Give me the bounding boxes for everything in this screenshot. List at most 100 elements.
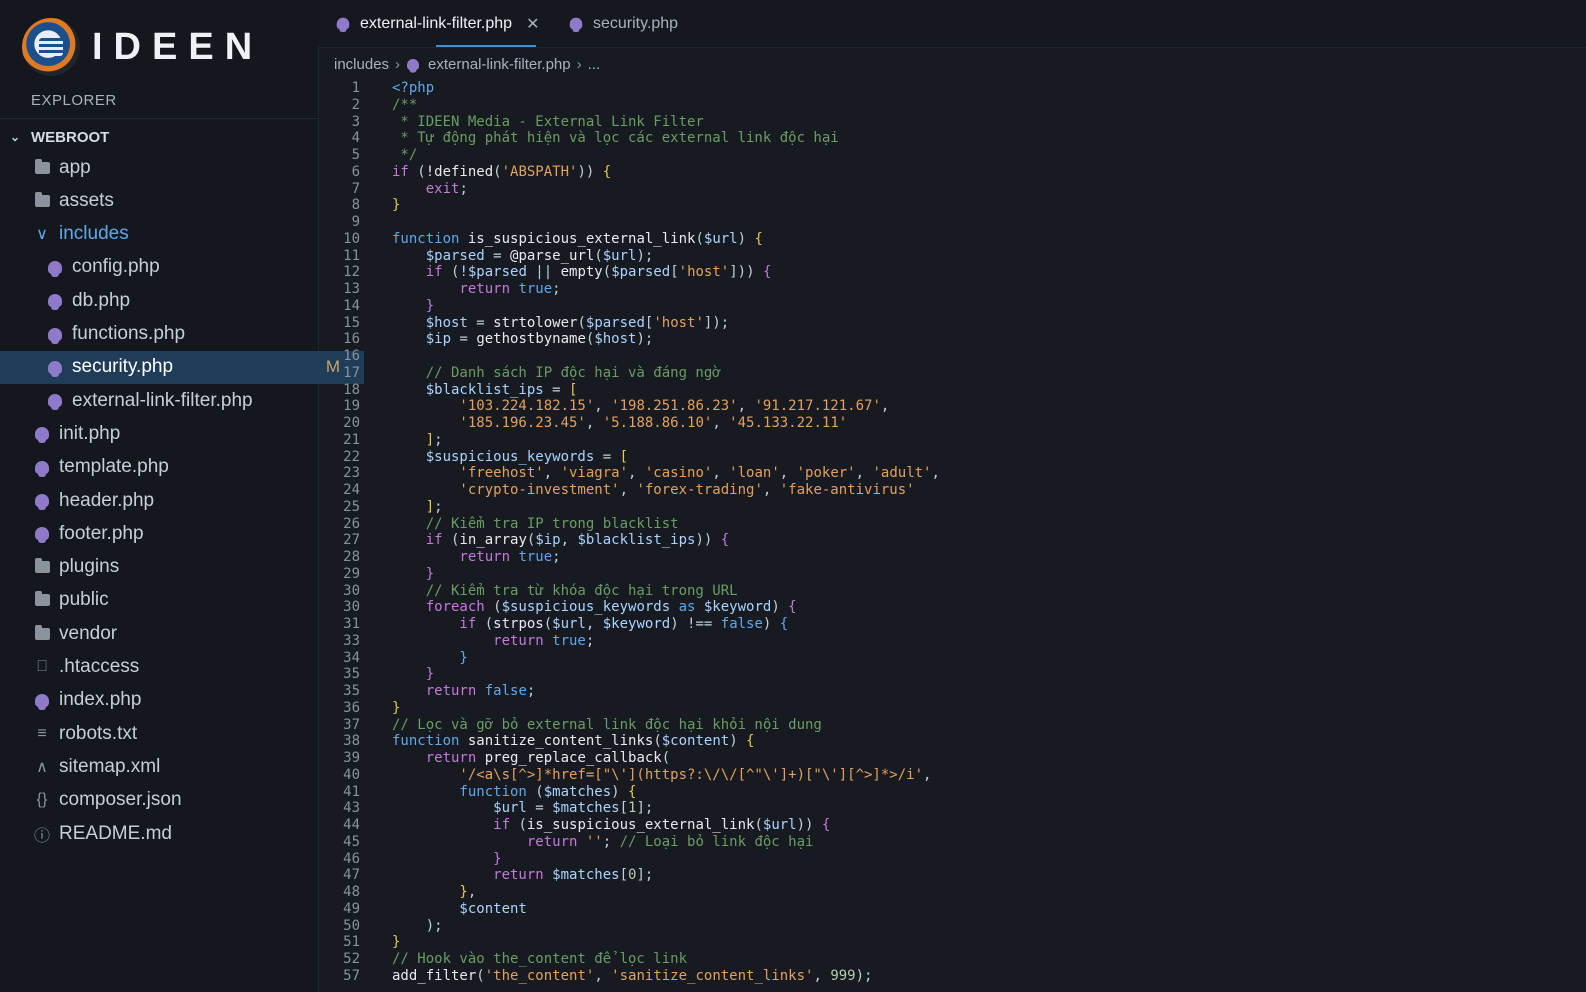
code-editor[interactable]: 1 <?php 2/** 3 * IDEEN Media - External Lin… [318, 80, 1586, 992]
sidebar-item[interactable]: app [0, 151, 351, 184]
code-token: $host [594, 331, 637, 348]
code-line[interactable]: 2 /** [318, 97, 1586, 114]
code-line[interactable]: 15 $host = strtolower($parsed['host']); [318, 315, 1586, 332]
code-line[interactable]: 31 if (strpos($url, $keyword) !== false)… [318, 616, 1586, 633]
code-token: return [392, 549, 511, 565]
code-line[interactable]: 28 return true; [318, 549, 1586, 566]
sidebar-item[interactable]: config.php [0, 251, 364, 284]
sidebar-item[interactable]: header.php [0, 484, 351, 517]
code-token: '45.133.22.11' [729, 415, 848, 431]
code-line[interactable]: 11 $parsed = @parse_url($url); [318, 248, 1586, 265]
code-line[interactable]: 30 foreach ($suspicious_keywords as $key… [318, 599, 1586, 616]
code-text: } [392, 650, 467, 667]
tab-security[interactable]: security.php [569, 0, 678, 47]
code-line[interactable]: 6 if (!defined('ABSPATH')) { [318, 164, 1586, 181]
code-line[interactable]: 30 // Kiểm tra từ khóa độc hại trong URL [318, 583, 1586, 600]
code-line[interactable]: 16 [318, 348, 1586, 365]
code-line[interactable]: 29 } [318, 566, 1586, 583]
code-line[interactable]: 1 <?php [318, 80, 1586, 97]
code-line[interactable]: 16 $ip = gethostbyname($host); [318, 331, 1586, 348]
code-line[interactable]: 35 } [318, 666, 1586, 683]
code-line[interactable]: 12 if (!$parsed || empty($parsed['host']… [318, 264, 1586, 281]
code-line[interactable]: 19 '103.224.182.15', '198.251.86.23', '9… [318, 398, 1586, 415]
sidebar-item[interactable]: footer.php [0, 517, 351, 550]
line-number: 2 [351, 96, 360, 113]
code-line[interactable]: 25 ]; [318, 499, 1586, 516]
code-line[interactable]: 34 } [318, 650, 1586, 667]
code-token: * IDEEN Media - External Link Filter [392, 113, 704, 130]
code-token: $url [762, 817, 797, 833]
code-token: ]; [636, 800, 654, 817]
code-line[interactable]: 35 return false; [318, 683, 1586, 700]
code-line[interactable]: 4 * Tự động phát hiện và lọc các externa… [318, 130, 1586, 147]
code-line[interactable]: 47 return $matches[0]; [318, 867, 1586, 884]
breadcrumb-folder[interactable]: includes [334, 56, 389, 73]
tab-external-link-filter[interactable]: external-link-filter.php ✕ [336, 0, 539, 47]
code-line[interactable]: 38 function sanitize_content_links($conte… [318, 733, 1586, 750]
code-line[interactable]: 52 // Hook vào the_content để lọc link [318, 951, 1586, 968]
breadcrumb-more[interactable]: ... [588, 56, 601, 73]
code-text: } [392, 851, 501, 868]
code-line[interactable]: 50 ); [318, 918, 1586, 935]
code-line[interactable]: 26 // Kiểm tra IP trong blacklist [318, 516, 1586, 533]
sidebar-item[interactable]: index.php [0, 684, 351, 717]
code-line[interactable]: 14 } [318, 298, 1586, 315]
code-token: , [712, 415, 730, 431]
sidebar-item[interactable]: assets [0, 184, 351, 217]
close-icon[interactable]: ✕ [526, 14, 539, 34]
sidebar-item[interactable]: ⓘ README.md [0, 817, 351, 850]
code-token: , [923, 766, 932, 783]
code-line[interactable]: 13 return true; [318, 281, 1586, 298]
workspace-root[interactable]: ⌄ WEBROOT [0, 124, 318, 150]
sidebar-item[interactable]: vendor [0, 617, 351, 650]
code-line[interactable]: 40 '/<a\s[^>]*href=["\'](https?:\/\/[^"\… [318, 767, 1586, 784]
code-line[interactable]: 45 return ''; // Loại bỏ link độc hại [318, 834, 1586, 851]
sidebar-item[interactable]: template.php [0, 451, 351, 484]
code-line[interactable]: 20 '185.196.23.45', '5.188.86.10', '45.1… [318, 415, 1586, 432]
code-line[interactable]: 49 $content [318, 901, 1586, 918]
sidebar-divider [0, 118, 318, 119]
code-line[interactable]: 48 }, [318, 884, 1586, 901]
breadcrumb-file[interactable]: external-link-filter.php [428, 56, 571, 73]
code-line[interactable]: 36} [318, 700, 1586, 717]
sidebar-item[interactable]: functions.php [0, 318, 364, 351]
sidebar-item[interactable]: ⎕ .htaccess [0, 651, 351, 684]
code-line[interactable]: 57 add_filter('the_content', 'sanitize_co… [318, 968, 1586, 985]
code-token: '185.196.23.45' [392, 415, 586, 431]
sidebar-item[interactable]: ≡ robots.txt [0, 717, 351, 750]
code-line[interactable]: 43 $url = $matches[1]; [318, 800, 1586, 817]
code-line[interactable]: 18 $blacklist_ips = [ [318, 382, 1586, 399]
sidebar-item[interactable]: ∨ includes [0, 218, 351, 251]
code-line[interactable]: 21 ]; [318, 432, 1586, 449]
sidebar-item[interactable]: security.php M [0, 350, 364, 384]
code-line[interactable]: 24 'crypto-investment', 'forex-trading',… [318, 482, 1586, 499]
code-line[interactable]: 41 function ($matches) { [318, 784, 1586, 801]
code-line[interactable]: 5 */ [318, 147, 1586, 164]
code-line[interactable]: 44 if (is_suspicious_external_link($url)… [318, 817, 1586, 834]
code-line[interactable]: 9 [318, 214, 1586, 231]
php-icon [33, 691, 51, 710]
code-line[interactable]: 17 // Danh sách IP độc hại và đáng ngờ [318, 365, 1586, 382]
code-token: if [392, 264, 443, 281]
code-line[interactable]: 22 $suspicious_keywords = [ [318, 449, 1586, 466]
code-line[interactable]: 37 // Lọc và gỡ bỏ external link độc hại … [318, 717, 1586, 734]
code-line[interactable]: 33 return true; [318, 633, 1586, 650]
code-text: } [392, 197, 400, 214]
code-line[interactable]: 10 function is_suspicious_external_link($… [318, 231, 1586, 248]
code-line[interactable]: 7 exit; [318, 181, 1586, 198]
code-line[interactable]: 23 'freehost', 'viagra', 'casino', 'loan… [318, 465, 1586, 482]
code-line[interactable]: 51} [318, 934, 1586, 951]
sidebar-item[interactable]: db.php [0, 284, 364, 317]
sidebar-item[interactable]: plugins [0, 551, 351, 584]
code-line[interactable]: 46 } [318, 851, 1586, 868]
sidebar-item[interactable]: {} composer.json [0, 784, 351, 817]
code-line[interactable]: 3 * IDEEN Media - External Link Filter [318, 114, 1586, 131]
code-token: ( [661, 750, 671, 766]
sidebar-item[interactable]: public [0, 584, 351, 617]
sidebar-item[interactable]: external-link-filter.php [0, 384, 364, 417]
sidebar-item[interactable]: ∧ sitemap.xml [0, 750, 351, 783]
code-line[interactable]: 8} [318, 197, 1586, 214]
code-line[interactable]: 39 return preg_replace_callback( [318, 750, 1586, 767]
sidebar-item[interactable]: init.php [0, 417, 351, 450]
code-line[interactable]: 27 if (in_array($ip, $blacklist_ips)) { [318, 532, 1586, 549]
